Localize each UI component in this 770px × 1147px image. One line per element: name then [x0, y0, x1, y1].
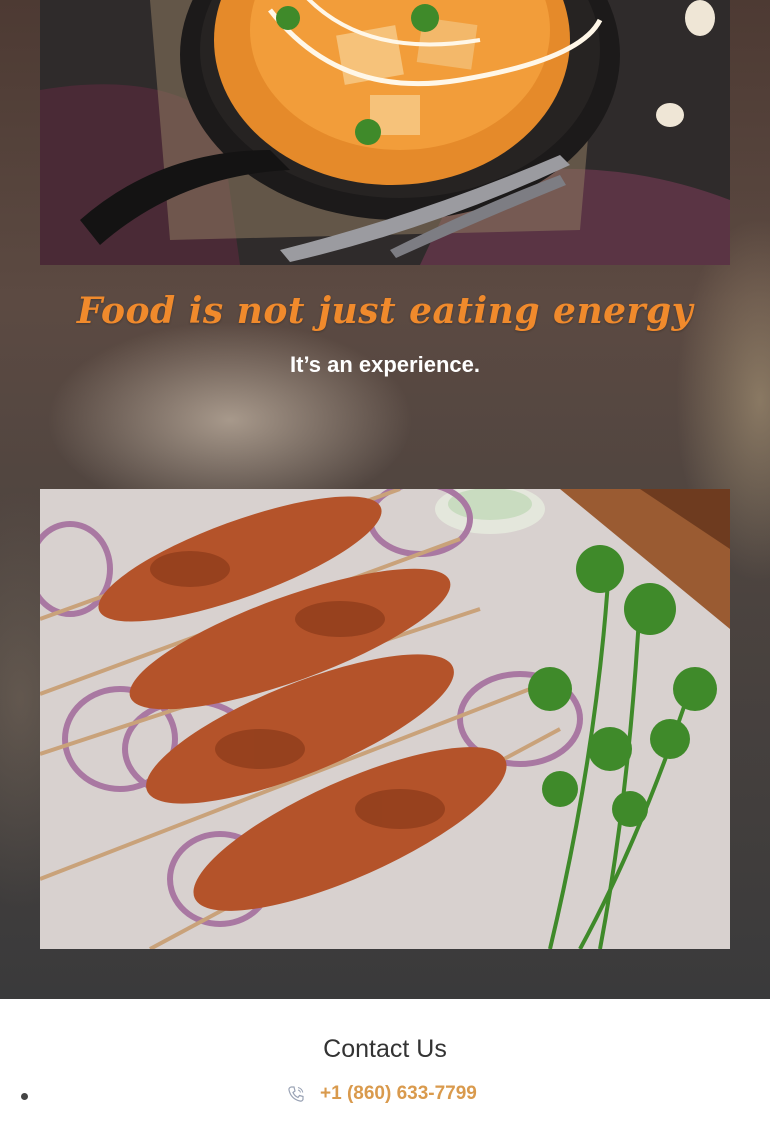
kebab-dish-image: [40, 489, 730, 949]
contact-section: Contact Us +1 (860) 633-7799: [0, 999, 770, 1147]
curry-dish-illustration: [40, 0, 730, 265]
phone-icon: [288, 1086, 304, 1102]
hero-subline: It’s an experience.: [290, 352, 480, 377]
contact-list: +1 (860) 633-7799: [0, 1079, 770, 1111]
list-bullet: [21, 1093, 28, 1100]
list-item: +1 (860) 633-7799: [0, 1079, 770, 1111]
kebab-dish-illustration: [40, 489, 730, 949]
curry-dish-image: [40, 0, 730, 265]
hero-headline: Food is not just eating energy: [76, 290, 694, 332]
phone-link[interactable]: +1 (860) 633-7799: [286, 1083, 477, 1105]
phone-number: +1 (860) 633-7799: [320, 1083, 477, 1104]
contact-title: Contact Us: [323, 1035, 447, 1063]
